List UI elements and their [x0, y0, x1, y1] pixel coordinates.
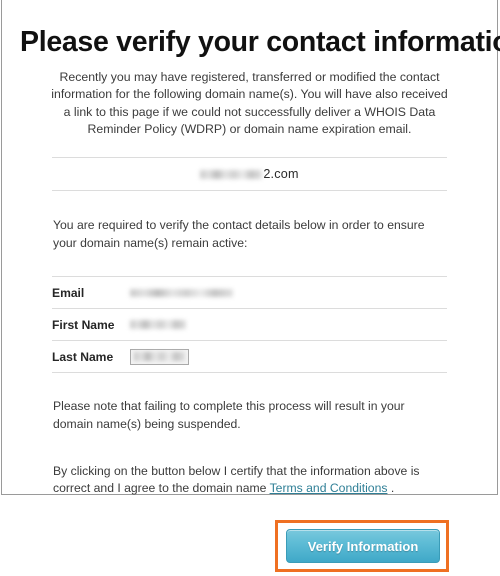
- field-value-first-name: [130, 309, 447, 340]
- field-row-email: Email: [52, 277, 447, 308]
- button-area: Verify Information: [52, 510, 449, 576]
- field-label-last-name: Last Name: [52, 349, 114, 364]
- divider-below-last-name: [52, 372, 447, 374]
- field-label-email: Email: [52, 285, 85, 300]
- page-frame: Please verify your contact information R…: [1, 0, 500, 572]
- field-row-first-name: First Name: [52, 309, 447, 340]
- verify-information-button[interactable]: Verify Information: [286, 528, 440, 563]
- certify-paragraph: By clicking on the button below I certif…: [52, 446, 447, 498]
- first-name-value-redacted: [130, 320, 186, 330]
- email-value-redacted: [130, 288, 233, 297]
- certify-suffix-text: .: [387, 481, 395, 496]
- verification-card: 2.com You are required to verify the con…: [52, 156, 449, 576]
- suspension-note: Please note that failing to complete thi…: [53, 399, 405, 431]
- terms-and-conditions-link[interactable]: Terms and Conditions: [270, 481, 388, 495]
- divider-below-domain: [52, 189, 447, 191]
- last-name-value-box: [130, 348, 189, 365]
- domain-name-redacted: [200, 170, 263, 180]
- field-label-first-name: First Name: [52, 317, 115, 332]
- field-row-last-name: Last Name: [52, 341, 447, 372]
- page-content: Please verify your contact information R…: [2, 26, 500, 576]
- field-value-email: [130, 277, 447, 308]
- domain-name-suffix: 2.com: [263, 166, 299, 181]
- domain-name-row: 2.com: [52, 158, 447, 190]
- page-title: Please verify your contact information: [20, 26, 500, 58]
- instructions-text: You are required to verify the contact d…: [53, 218, 425, 250]
- intro-paragraph: Recently you may have registered, transf…: [51, 69, 448, 137]
- last-name-value-redacted: [134, 351, 185, 361]
- field-value-last-name: [130, 341, 447, 372]
